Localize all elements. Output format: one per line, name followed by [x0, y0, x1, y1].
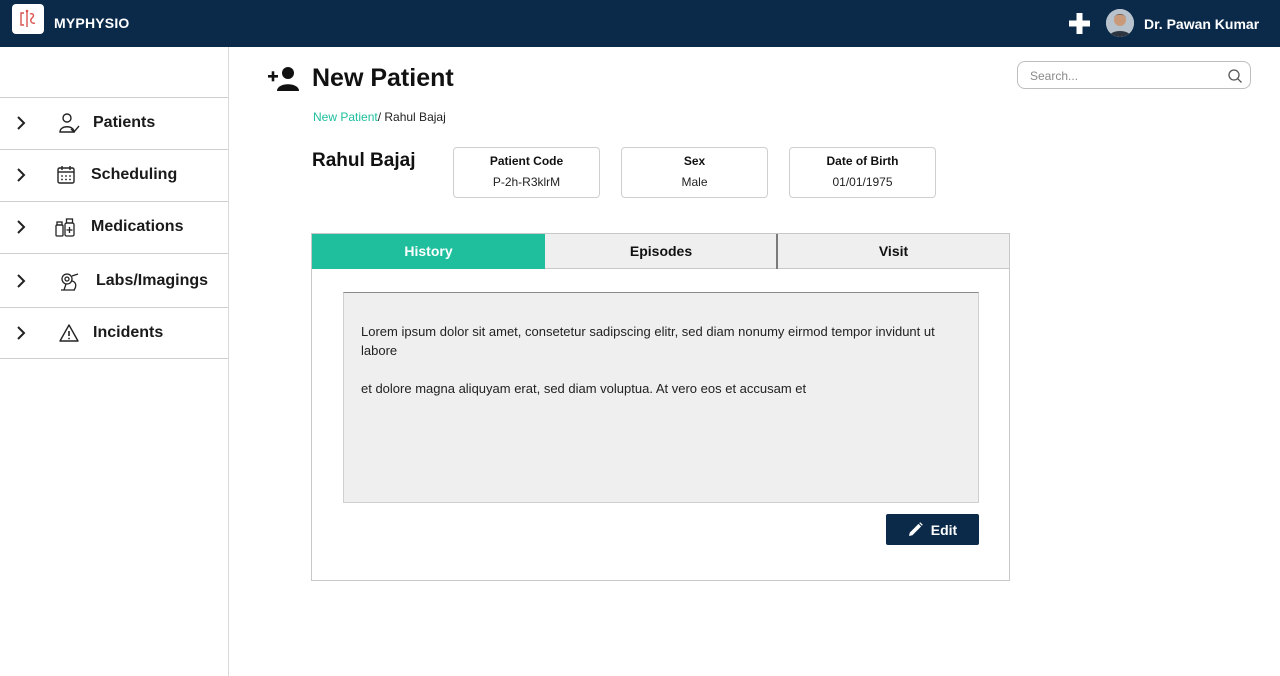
patient-code-card: Patient Code P-2h-R3klrM: [453, 147, 600, 198]
warning-icon: [59, 324, 79, 342]
sidebar-item-label: Incidents: [93, 324, 164, 341]
sidebar-item-label: Patients: [93, 114, 156, 131]
app-name: MYPHYSIO: [54, 15, 130, 31]
breadcrumb: New Patient/ Rahul Bajaj: [313, 110, 446, 124]
history-paragraph: Lorem ipsum dolor sit amet, consetetur s…: [361, 324, 935, 358]
breadcrumb-link-new-patient[interactable]: New Patient: [313, 110, 378, 124]
tab-episodes[interactable]: Episodes: [545, 234, 777, 269]
dob-label: Date of Birth: [826, 154, 899, 168]
sidebar-item-patients[interactable]: Patients: [0, 97, 228, 149]
patient-name: Rahul Bajaj: [312, 150, 416, 171]
tab-history[interactable]: History: [312, 234, 545, 269]
tab-bar: History Episodes Visit: [312, 234, 1009, 269]
avatar[interactable]: [1106, 9, 1134, 37]
tab-visit[interactable]: Visit: [778, 234, 1009, 269]
calendar-icon: [57, 166, 75, 184]
search-input[interactable]: [1030, 67, 1220, 85]
dob-card: Date of Birth 01/01/1975: [789, 147, 936, 198]
search-box: [1017, 61, 1251, 89]
pencil-icon: [908, 522, 923, 536]
dob-value: 01/01/1975: [832, 175, 893, 189]
add-user-icon: [268, 67, 299, 91]
sidebar-item-label: Scheduling: [91, 166, 178, 183]
microscope-icon: [61, 273, 79, 291]
chevron-right-icon: [17, 220, 26, 234]
sidebar-item-incidents[interactable]: Incidents: [0, 307, 228, 359]
patient-code-value: P-2h-R3klrM: [492, 175, 561, 189]
app-logo[interactable]: [12, 4, 44, 34]
avatar-photo-icon: [1106, 9, 1134, 37]
history-text-area[interactable]: Lorem ipsum dolor sit amet, consetetur s…: [343, 292, 979, 503]
chevron-right-icon: [17, 168, 26, 182]
history-paragraph: et dolore magna aliquyam erat, sed diam …: [361, 381, 807, 396]
search-icon[interactable]: [1227, 68, 1243, 84]
sidebar-item-medications[interactable]: Medications: [0, 201, 228, 253]
edit-button-label: Edit: [930, 521, 958, 538]
sex-card: Sex Male: [621, 147, 768, 198]
edit-button[interactable]: Edit: [886, 514, 979, 545]
sidebar-item-label: Medications: [91, 218, 184, 235]
top-bar: MYPHYSIO Dr. Pawan Kumar: [0, 0, 1280, 47]
chevron-right-icon: [17, 116, 26, 130]
sidebar-item-scheduling[interactable]: Scheduling: [0, 149, 228, 201]
sidebar: Patients Scheduling Medications Labs/Ima…: [0, 47, 229, 676]
page-title: New Patient: [312, 64, 454, 92]
sidebar-item-label: Labs/Imagings: [96, 272, 209, 289]
sidebar-item-labs-imagings[interactable]: Labs/Imagings: [0, 253, 228, 307]
chevron-right-icon: [17, 326, 26, 340]
sex-value: Male: [681, 175, 708, 189]
tab-panel: History Episodes Visit Lorem ipsum dolor…: [311, 233, 1010, 581]
sex-label: Sex: [683, 154, 706, 168]
history-content: Lorem ipsum dolor sit amet, consetetur s…: [361, 322, 961, 417]
breadcrumb-current: / Rahul Bajaj: [377, 110, 446, 124]
chevron-right-icon: [17, 274, 26, 288]
patient-code-label: Patient Code: [489, 154, 564, 168]
medications-icon: [55, 218, 75, 237]
user-name[interactable]: Dr. Pawan Kumar: [1144, 16, 1259, 32]
logo-icon: [20, 9, 36, 27]
add-plus-icon[interactable]: [1069, 13, 1090, 34]
patient-icon: [59, 113, 80, 134]
